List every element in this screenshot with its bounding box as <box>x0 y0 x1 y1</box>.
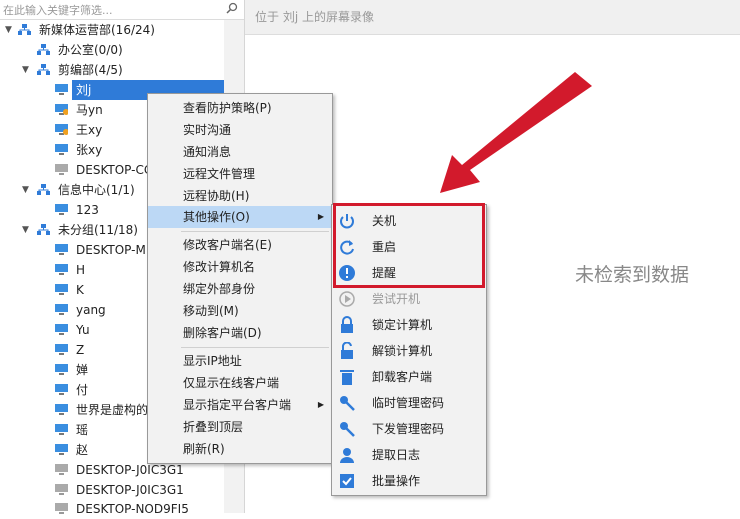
annotation-arrow-icon <box>440 72 592 193</box>
